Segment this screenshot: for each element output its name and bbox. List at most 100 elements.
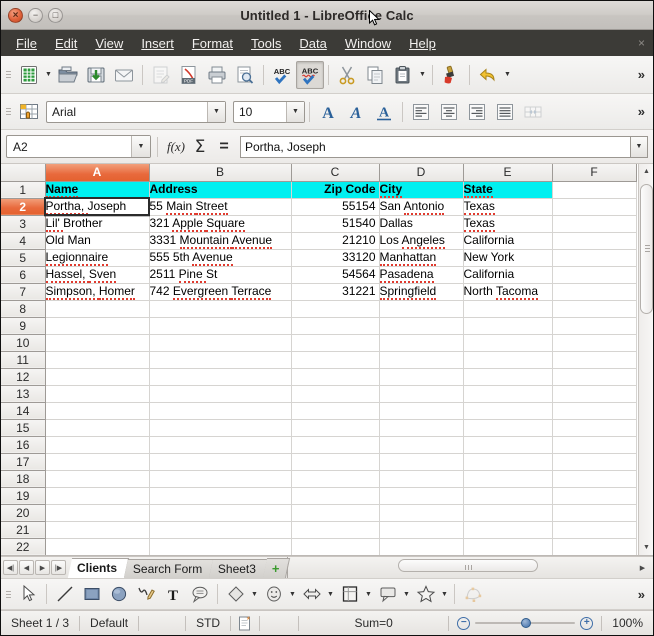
flowchart-icon[interactable]	[336, 581, 363, 608]
formula-input-line[interactable]: Portha, Joseph	[240, 135, 630, 158]
cell-D1[interactable]: City	[379, 181, 464, 199]
close-document-icon[interactable]: ×	[638, 36, 645, 50]
apply-style-icon[interactable]	[15, 98, 43, 126]
flowchart-dropdown[interactable]: ▼	[363, 580, 374, 608]
merge-cells-icon[interactable]	[519, 98, 547, 126]
callout-shapes-icon[interactable]	[374, 581, 401, 608]
cell-F14[interactable]	[552, 402, 637, 420]
cell-C8[interactable]	[291, 300, 380, 318]
cell-E14[interactable]	[463, 402, 553, 420]
cell-A15[interactable]	[45, 419, 150, 437]
cell-B20[interactable]	[149, 504, 292, 522]
cell-A14[interactable]	[45, 402, 150, 420]
row-header-19[interactable]: 19	[1, 487, 46, 505]
cell-C3[interactable]: 51540	[291, 215, 380, 233]
cell-E2[interactable]: Texas	[463, 198, 553, 216]
row-header-21[interactable]: 21	[1, 521, 46, 539]
callout-icon[interactable]	[186, 581, 213, 608]
cell-E20[interactable]	[463, 504, 553, 522]
select-all-corner[interactable]	[1, 164, 46, 182]
row-header-17[interactable]: 17	[1, 453, 46, 471]
row-header-20[interactable]: 20	[1, 504, 46, 522]
cell-F1[interactable]	[552, 181, 637, 199]
zoom-out-button[interactable]: −	[457, 616, 471, 630]
cell-B9[interactable]	[149, 317, 292, 335]
cell-D19[interactable]	[379, 487, 464, 505]
cell-D2[interactable]: San Antonio	[379, 198, 464, 216]
column-header-a[interactable]: A	[45, 164, 150, 182]
italic-button[interactable]: A	[342, 98, 370, 126]
cell-E6[interactable]: California	[463, 266, 553, 284]
last-sheet-button[interactable]: |▶	[51, 560, 66, 575]
block-arrows-dropdown[interactable]: ▼	[325, 580, 336, 608]
cell-C1[interactable]: Zip Code	[291, 181, 380, 199]
line-icon[interactable]	[51, 581, 78, 608]
next-sheet-button[interactable]: ▶	[35, 560, 50, 575]
align-left-icon[interactable]	[407, 98, 435, 126]
row-header-12[interactable]: 12	[1, 368, 46, 386]
spelling-icon[interactable]: ABC	[268, 61, 296, 89]
cell-D7[interactable]: Springfield	[379, 283, 464, 301]
formula-equals-icon[interactable]: =	[212, 135, 236, 159]
cell-B12[interactable]	[149, 368, 292, 386]
cell-D4[interactable]: Los Angeles	[379, 232, 464, 250]
cell-B7[interactable]: 742 Evergreen Terrace	[149, 283, 292, 301]
zoom-level[interactable]: 100%	[602, 616, 653, 630]
standard-toolbar-overflow[interactable]: »	[638, 67, 649, 82]
cell-B16[interactable]	[149, 436, 292, 454]
new-document-icon[interactable]	[15, 61, 43, 89]
row-header-14[interactable]: 14	[1, 402, 46, 420]
cell-E4[interactable]: California	[463, 232, 553, 250]
column-header-b[interactable]: B	[149, 164, 292, 182]
cell-E8[interactable]	[463, 300, 553, 318]
cell-A4[interactable]: Old Man	[45, 232, 150, 250]
drawing-toolbar-overflow[interactable]: »	[638, 587, 649, 602]
row-header-1[interactable]: 1	[1, 181, 46, 199]
cell-C21[interactable]	[291, 521, 380, 539]
column-header-f[interactable]: F	[552, 164, 637, 182]
cell-D15[interactable]	[379, 419, 464, 437]
cell-C20[interactable]	[291, 504, 380, 522]
menu-insert[interactable]: Insert	[132, 33, 183, 54]
select-arrow-icon[interactable]	[15, 581, 42, 608]
email-document-icon[interactable]	[110, 61, 138, 89]
cell-E3[interactable]: Texas	[463, 215, 553, 233]
cell-A8[interactable]	[45, 300, 150, 318]
cell-B19[interactable]	[149, 487, 292, 505]
cell-A5[interactable]: Legionnaire	[45, 249, 150, 267]
cell-C17[interactable]	[291, 453, 380, 471]
text-box-icon[interactable]: T	[159, 581, 186, 608]
zoom-slider-knob[interactable]	[521, 618, 532, 628]
cell-B17[interactable]	[149, 453, 292, 471]
basic-shapes-icon[interactable]	[222, 581, 249, 608]
cell-D10[interactable]	[379, 334, 464, 352]
cell-A17[interactable]	[45, 453, 150, 471]
cell-F18[interactable]	[552, 470, 637, 488]
cell-F20[interactable]	[552, 504, 637, 522]
column-header-d[interactable]: D	[379, 164, 464, 182]
cell-D5[interactable]: Manhattan	[379, 249, 464, 267]
basic-shapes-dropdown[interactable]: ▼	[249, 580, 260, 608]
menu-data[interactable]: Data	[290, 33, 335, 54]
points-icon[interactable]	[459, 581, 486, 608]
cell-C15[interactable]	[291, 419, 380, 437]
bold-button[interactable]: A	[314, 98, 342, 126]
clone-formatting-icon[interactable]	[437, 61, 465, 89]
vertical-scroll-thumb[interactable]	[640, 184, 653, 314]
copy-icon[interactable]	[361, 61, 389, 89]
zoom-slider[interactable]: − +	[449, 616, 601, 630]
scroll-down-button[interactable]: ▼	[640, 541, 653, 554]
print-preview-icon[interactable]	[231, 61, 259, 89]
name-box-dropdown-arrow[interactable]: ▼	[131, 136, 150, 157]
cell-A12[interactable]	[45, 368, 150, 386]
cell-E13[interactable]	[463, 385, 553, 403]
cell-F10[interactable]	[552, 334, 637, 352]
cell-A1[interactable]: Name	[45, 181, 150, 199]
cell-B18[interactable]	[149, 470, 292, 488]
cell-B22[interactable]	[149, 538, 292, 555]
cell-D9[interactable]	[379, 317, 464, 335]
cell-E9[interactable]	[463, 317, 553, 335]
cell-F7[interactable]	[552, 283, 637, 301]
new-document-dropdown[interactable]: ▼	[43, 61, 54, 89]
cell-B11[interactable]	[149, 351, 292, 369]
